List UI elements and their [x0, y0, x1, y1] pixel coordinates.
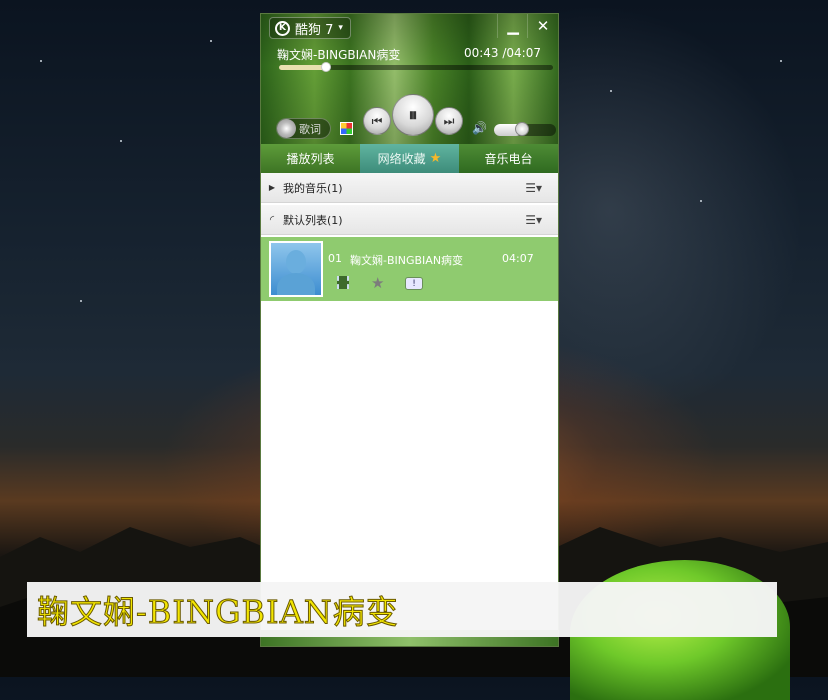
group-menu-icon[interactable]: ☰▾ — [525, 213, 542, 227]
lyrics-button[interactable]: 歌词 — [276, 118, 331, 139]
artist-avatar — [269, 241, 323, 297]
star — [700, 200, 702, 202]
info-icon[interactable]: ! — [405, 277, 423, 290]
playback-time: 00:43 /04:07 — [463, 46, 541, 60]
star — [610, 90, 612, 92]
volume-icon[interactable]: 🔊 — [472, 121, 487, 135]
skin-palette-icon[interactable] — [340, 122, 353, 135]
pause-button[interactable]: ⏸ — [392, 94, 434, 136]
disc-icon — [277, 119, 296, 138]
favorite-star-icon[interactable]: ★ — [371, 274, 384, 292]
pause-icon: ⏸ — [408, 104, 418, 126]
avatar-head — [286, 250, 306, 274]
tab-music-radio[interactable]: 音乐电台 — [459, 144, 558, 173]
volume-slider[interactable] — [494, 122, 556, 136]
group-label: 默认列表(1) — [283, 213, 343, 227]
now-playing-title: 鞠文娴-BINGBIAN病变 — [277, 48, 401, 62]
progress-slider[interactable] — [279, 62, 553, 72]
app-title: 酷狗 7 — [295, 22, 334, 38]
tab-online-favorites[interactable]: 网络收藏 ★ — [360, 144, 459, 173]
tab-label: 音乐电台 — [484, 152, 533, 166]
minimize-button[interactable]: ▁ — [497, 14, 528, 38]
track-duration: 04:07 — [502, 252, 534, 265]
previous-button[interactable]: ⏮ — [363, 107, 391, 135]
next-button[interactable]: ⏭ — [435, 107, 463, 135]
lyrics-label: 歌词 — [299, 122, 321, 136]
next-icon: ⏭ — [443, 113, 455, 128]
avatar-body — [277, 273, 315, 295]
kugou-player-window: K 酷狗 7 ▾ ▁ ✕ 鞠文娴-BINGBIAN病变 00:43 /04:07… — [260, 13, 559, 647]
group-menu-icon[interactable]: ☰▾ — [525, 181, 542, 195]
star — [80, 300, 82, 302]
track-row[interactable]: 01 鞠文娴-BINGBIAN病变 04:07 ★ ! — [261, 237, 558, 301]
star — [40, 60, 42, 62]
tab-bar: 播放列表 网络收藏 ★ 音乐电台 — [261, 144, 558, 173]
subtitle-banner: 鞠文娴-BINGBIAN病变 — [27, 582, 777, 637]
track-index: 01 — [328, 252, 342, 265]
tab-label: 播放列表 — [286, 152, 335, 166]
expand-arrow-icon: ▶ — [268, 183, 276, 192]
subtitle-text: 鞠文娴-BINGBIAN病变 — [37, 592, 399, 631]
star-icon: ★ — [429, 151, 442, 166]
star — [210, 40, 212, 42]
progress-knob[interactable] — [320, 62, 331, 72]
group-label: 我的音乐(1) — [283, 181, 343, 195]
chevron-down-icon: ▾ — [338, 23, 343, 33]
track-title: 鞠文娴-BINGBIAN病变 — [350, 254, 464, 267]
main-menu-button[interactable]: K 酷狗 7 ▾ — [269, 17, 351, 39]
kugou-logo-icon: K — [275, 20, 290, 36]
close-button[interactable]: ✕ — [527, 14, 558, 38]
mv-film-icon[interactable] — [337, 276, 349, 289]
volume-knob[interactable] — [514, 122, 529, 136]
tab-playlist[interactable]: 播放列表 — [261, 144, 360, 173]
group-default-list[interactable]: ◜ 默认列表(1) ☰▾ — [261, 205, 558, 235]
progress-fill — [279, 65, 326, 70]
star — [780, 60, 782, 62]
star — [120, 140, 122, 142]
group-my-music[interactable]: ▶ 我的音乐(1) ☰▾ — [261, 173, 558, 203]
tab-label: 网络收藏 — [377, 152, 426, 166]
loading-spinner-icon: ◜ — [269, 213, 275, 226]
previous-icon: ⏮ — [371, 113, 383, 128]
